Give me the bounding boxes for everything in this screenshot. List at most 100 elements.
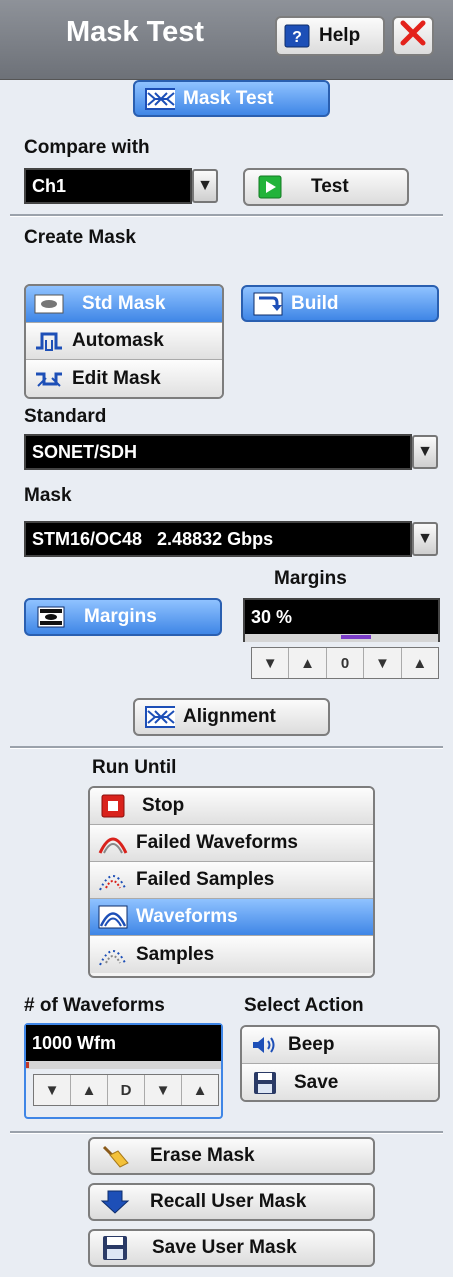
- waveforms-label: Waveforms: [136, 906, 238, 927]
- automask-option[interactable]: Automask: [26, 323, 222, 360]
- automask-label: Automask: [72, 330, 164, 351]
- margins-stepper[interactable]: ▼ ▲ 0 ▼ ▲: [251, 647, 439, 679]
- run-until-waveforms[interactable]: Waveforms: [90, 899, 373, 936]
- title-bar: Mask Test ? Help: [0, 0, 453, 80]
- broom-icon: [100, 1144, 130, 1168]
- waveforms-icon: [98, 904, 128, 930]
- run-until-samples[interactable]: Samples: [90, 936, 373, 973]
- automask-icon: [34, 328, 64, 354]
- recall-arrow-icon: [100, 1190, 130, 1214]
- play-icon: [255, 175, 285, 199]
- create-mask-modes: Std Mask Automask Edit Mask: [24, 284, 224, 399]
- save-user-mask-label: Save User Mask: [152, 1237, 297, 1258]
- mask-icon: [145, 87, 175, 111]
- mask-test-button[interactable]: Mask Test: [133, 80, 330, 117]
- failed-samples-label: Failed Samples: [136, 869, 275, 890]
- chevron-down-icon: ▼: [417, 530, 433, 547]
- run-until-label: Run Until: [92, 757, 177, 778]
- num-waveforms-slider-track[interactable]: [26, 1061, 221, 1069]
- alignment-label: Alignment: [183, 706, 276, 727]
- help-button[interactable]: ? Help: [275, 16, 385, 56]
- edit-mask-option[interactable]: Edit Mask: [26, 360, 222, 397]
- margins-step-down[interactable]: ▼: [364, 648, 402, 678]
- waveforms-step-down-fine[interactable]: ▼: [34, 1075, 71, 1105]
- margins-value-field[interactable]: 30 %: [243, 598, 440, 634]
- help-label: Help: [319, 25, 361, 46]
- separator: [10, 746, 443, 749]
- mask-test-label: Mask Test: [183, 87, 274, 109]
- waveforms-step-down[interactable]: ▼: [145, 1075, 182, 1105]
- margins-slider-track[interactable]: [243, 634, 440, 642]
- mask-value: STM16/OC48 2.48832 Gbps: [32, 528, 274, 549]
- test-button[interactable]: Test: [243, 168, 409, 206]
- build-label: Build: [291, 292, 339, 314]
- separator: [10, 1131, 443, 1134]
- select-action-options: Beep Save: [240, 1025, 440, 1102]
- margins-button-label: Margins: [84, 606, 157, 627]
- create-mask-label: Create Mask: [24, 227, 136, 248]
- panel-title: Mask Test: [66, 16, 205, 48]
- mask-select[interactable]: STM16/OC48 2.48832 Gbps: [24, 521, 412, 557]
- margins-step-down-fine[interactable]: ▼: [252, 648, 290, 678]
- num-waveforms-stepper[interactable]: ▼ ▲ D ▼ ▲: [33, 1074, 219, 1106]
- margins-button[interactable]: Margins: [24, 598, 222, 636]
- run-until-failed-waveforms[interactable]: Failed Waveforms: [90, 825, 373, 862]
- waveforms-step-up[interactable]: ▲: [182, 1075, 218, 1105]
- margins-slider-thumb[interactable]: [341, 635, 371, 639]
- num-waveforms-slider-thumb[interactable]: [26, 1062, 29, 1068]
- standard-select[interactable]: SONET/SDH: [24, 434, 412, 470]
- samples-icon: [98, 942, 128, 968]
- failed-samples-icon: [98, 867, 128, 893]
- margins-value: 30 %: [251, 606, 293, 627]
- beep-label: Beep: [288, 1034, 335, 1055]
- erase-mask-button[interactable]: Erase Mask: [88, 1137, 375, 1175]
- margins-step-up-fine[interactable]: ▲: [289, 648, 327, 678]
- svg-text:?: ?: [292, 29, 302, 46]
- erase-mask-label: Erase Mask: [150, 1145, 255, 1166]
- build-arrow-icon: [253, 292, 283, 316]
- chevron-down-icon: ▼: [197, 177, 213, 194]
- floppy-disk-icon: [100, 1236, 130, 1260]
- select-action-label: Select Action: [244, 995, 364, 1016]
- edit-mask-label: Edit Mask: [72, 367, 161, 389]
- compare-with-select[interactable]: Ch1: [24, 168, 192, 204]
- mask-label: Mask: [24, 485, 72, 506]
- num-waveforms-field[interactable]: 1000 Wfm: [26, 1025, 221, 1061]
- failed-waveforms-label: Failed Waveforms: [136, 832, 298, 853]
- compare-with-dropdown[interactable]: ▼: [192, 169, 218, 203]
- edit-mask-icon: [34, 366, 64, 392]
- num-waveforms-value: 1000 Wfm: [32, 1032, 117, 1053]
- run-until-failed-samples[interactable]: Failed Samples: [90, 862, 373, 899]
- num-waveforms-label: # of Waveforms: [24, 995, 165, 1016]
- save-user-mask-button[interactable]: Save User Mask: [88, 1229, 375, 1267]
- run-until-options: Stop Failed Waveforms Failed Samples Wav…: [88, 786, 375, 978]
- std-mask-icon: [34, 291, 64, 317]
- run-until-stop[interactable]: Stop: [90, 788, 373, 825]
- test-label: Test: [311, 176, 349, 197]
- build-button[interactable]: Build: [241, 285, 439, 322]
- std-mask-label: Std Mask: [82, 293, 166, 314]
- samples-label: Samples: [136, 943, 215, 965]
- standard-dropdown[interactable]: ▼: [412, 435, 438, 469]
- alignment-mask-icon: [145, 705, 175, 729]
- action-beep[interactable]: Beep: [242, 1027, 438, 1064]
- waveforms-step-up-fine[interactable]: ▲: [71, 1075, 108, 1105]
- margins-reset[interactable]: 0: [327, 648, 365, 678]
- margins-step-up[interactable]: ▲: [402, 648, 438, 678]
- failed-waveforms-icon: [98, 830, 128, 856]
- separator: [10, 214, 443, 217]
- save-action-label: Save: [294, 1071, 339, 1093]
- mask-dropdown[interactable]: ▼: [412, 522, 438, 556]
- close-icon: [399, 19, 427, 53]
- std-mask-option[interactable]: Std Mask: [26, 286, 222, 323]
- recall-user-mask-label: Recall User Mask: [150, 1191, 307, 1212]
- stop-label: Stop: [142, 795, 185, 816]
- speaker-icon: [250, 1032, 280, 1058]
- recall-user-mask-button[interactable]: Recall User Mask: [88, 1183, 375, 1221]
- alignment-button[interactable]: Alignment: [133, 698, 330, 736]
- close-button[interactable]: [392, 16, 434, 56]
- waveforms-default[interactable]: D: [108, 1075, 145, 1105]
- action-save[interactable]: Save: [242, 1064, 438, 1100]
- help-icon: ?: [283, 24, 311, 48]
- stop-icon: [98, 793, 128, 819]
